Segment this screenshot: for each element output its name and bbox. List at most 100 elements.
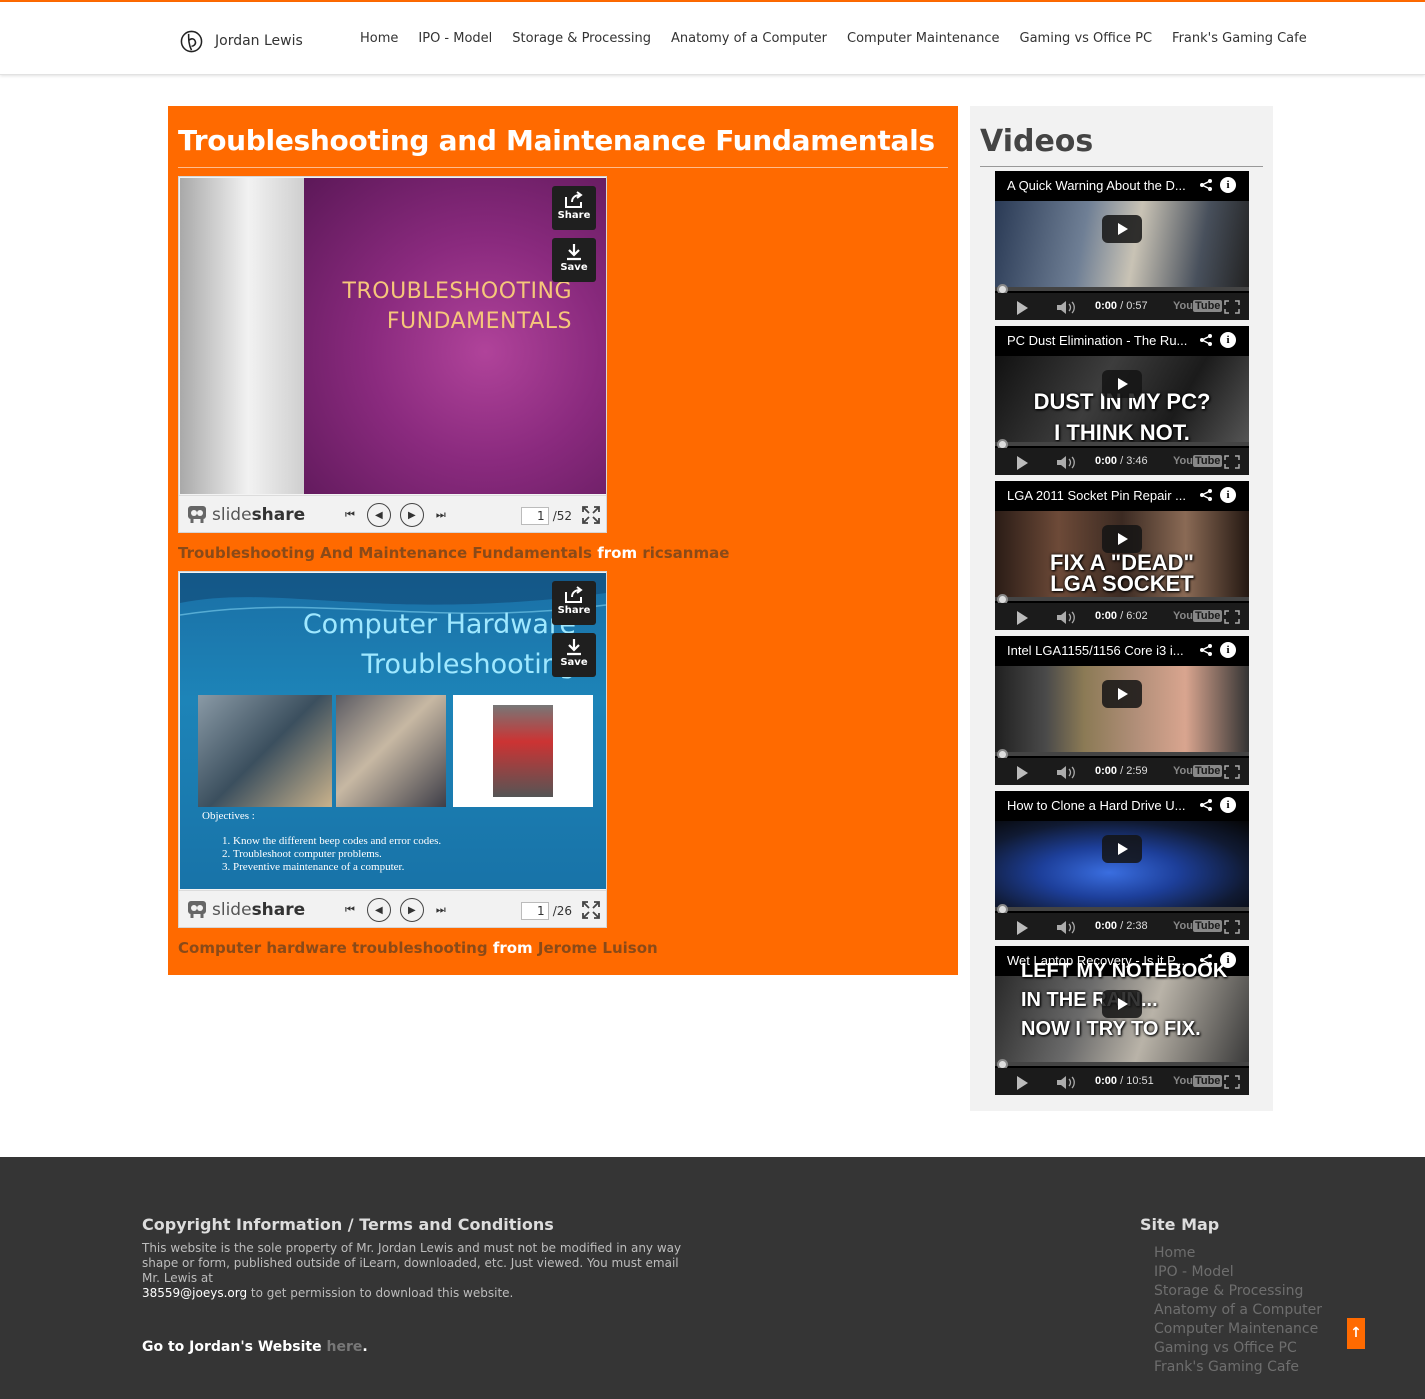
nav-home[interactable]: Home bbox=[360, 31, 398, 46]
video-title[interactable]: Intel LGA1155/1156 Core i3 i... bbox=[1007, 643, 1197, 658]
play-button[interactable] bbox=[1102, 835, 1142, 863]
video-embed-1[interactable]: A Quick Warning About the D... i 0:00 / … bbox=[995, 171, 1249, 320]
info-icon[interactable]: i bbox=[1220, 797, 1236, 813]
page-input[interactable]: 1 bbox=[520, 507, 549, 525]
slide-view[interactable]: TROUBLESHOOTING FUNDAMENTALS bbox=[180, 178, 606, 494]
youtube-logo[interactable]: You Tube bbox=[1173, 610, 1223, 622]
youtube-logo[interactable]: You Tube bbox=[1173, 455, 1223, 467]
volume-icon[interactable] bbox=[1057, 456, 1077, 469]
play-button[interactable] bbox=[1102, 680, 1142, 708]
deck-link-2[interactable]: Computer hardware troubleshooting bbox=[178, 939, 488, 957]
fullscreen-icon[interactable] bbox=[1224, 920, 1240, 934]
slideshare-logo[interactable]: slideshare bbox=[187, 505, 305, 525]
page-input[interactable]: 1 bbox=[520, 902, 549, 920]
brand[interactable]: Jordan Lewis bbox=[180, 29, 303, 53]
video-title[interactable]: Wet Laptop Recovery - Is it P... bbox=[1007, 953, 1197, 968]
deck-link-1[interactable]: Troubleshooting And Maintenance Fundamen… bbox=[178, 544, 592, 562]
play-button[interactable] bbox=[1102, 370, 1142, 398]
play-icon[interactable] bbox=[1017, 456, 1028, 470]
sitemap-item-anatomy[interactable]: Anatomy of a Computer bbox=[1154, 1301, 1322, 1320]
back-to-top-button[interactable]: ↑ bbox=[1347, 1318, 1365, 1349]
nav-gaming-vs-office[interactable]: Gaming vs Office PC bbox=[1020, 31, 1153, 46]
fullscreen-icon[interactable] bbox=[1224, 300, 1240, 314]
slideshare-logo[interactable]: slideshare bbox=[187, 900, 305, 920]
share-icon[interactable] bbox=[1199, 488, 1213, 502]
next-slide-icon[interactable]: ▶ bbox=[399, 503, 424, 527]
deck-author-link-1[interactable]: ricsanmae bbox=[642, 544, 729, 562]
fullscreen-icon[interactable] bbox=[1224, 1075, 1240, 1089]
play-icon[interactable] bbox=[1017, 766, 1028, 780]
share-icon[interactable] bbox=[1199, 798, 1213, 812]
info-icon[interactable]: i bbox=[1220, 487, 1236, 503]
sitemap-item-gaming-vs-office[interactable]: Gaming vs Office PC bbox=[1154, 1339, 1322, 1358]
sitemap-item-home[interactable]: Home bbox=[1154, 1244, 1322, 1263]
sitemap-item-storage-processing[interactable]: Storage & Processing bbox=[1154, 1282, 1322, 1301]
video-title[interactable]: PC Dust Elimination - The Ru... bbox=[1007, 333, 1197, 348]
share-icon[interactable] bbox=[1199, 643, 1213, 657]
sitemap-item-computer-maintenance[interactable]: Computer Maintenance bbox=[1154, 1320, 1322, 1339]
video-progress-bar[interactable] bbox=[995, 287, 1249, 291]
share-button[interactable]: Share bbox=[552, 581, 596, 625]
deck-author-link-2[interactable]: Jerome Luison bbox=[538, 939, 658, 957]
fullscreen-icon[interactable] bbox=[1224, 765, 1240, 779]
info-icon[interactable]: i bbox=[1220, 952, 1236, 968]
nav-storage-processing[interactable]: Storage & Processing bbox=[512, 31, 651, 46]
nav-ipo-model[interactable]: IPO - Model bbox=[418, 31, 492, 46]
previous-slide-icon[interactable]: ◀ bbox=[366, 898, 391, 922]
next-slide-icon[interactable]: ▶ bbox=[399, 898, 424, 922]
video-embed-4[interactable]: Intel LGA1155/1156 Core i3 i... i 0:00 /… bbox=[995, 636, 1249, 785]
volume-icon[interactable] bbox=[1057, 766, 1077, 779]
nav-computer-maintenance[interactable]: Computer Maintenance bbox=[847, 31, 999, 46]
jordans-website-link[interactable]: here bbox=[326, 1339, 362, 1355]
info-icon[interactable]: i bbox=[1220, 177, 1236, 193]
youtube-logo[interactable]: You Tube bbox=[1173, 765, 1223, 777]
volume-icon[interactable] bbox=[1057, 611, 1077, 624]
play-button[interactable] bbox=[1102, 215, 1142, 243]
first-slide-icon[interactable]: ⏮ bbox=[345, 903, 355, 917]
play-icon[interactable] bbox=[1017, 611, 1028, 625]
video-title[interactable]: LGA 2011 Socket Pin Repair ... bbox=[1007, 488, 1197, 503]
volume-icon[interactable] bbox=[1057, 301, 1077, 314]
last-slide-icon[interactable]: ⏭ bbox=[436, 903, 446, 917]
last-slide-icon[interactable]: ⏭ bbox=[436, 508, 446, 522]
previous-slide-icon[interactable]: ◀ bbox=[366, 503, 391, 527]
save-button[interactable]: Save bbox=[552, 633, 596, 677]
play-icon[interactable] bbox=[1017, 921, 1028, 935]
play-icon[interactable] bbox=[1017, 1076, 1028, 1090]
video-title[interactable]: A Quick Warning About the D... bbox=[1007, 178, 1197, 193]
fullscreen-icon[interactable] bbox=[1224, 455, 1240, 469]
share-button[interactable]: Share bbox=[552, 186, 596, 230]
youtube-logo[interactable]: You Tube bbox=[1173, 920, 1223, 932]
video-progress-bar[interactable] bbox=[995, 907, 1249, 911]
youtube-logo[interactable]: You Tube bbox=[1173, 300, 1223, 312]
video-progress-bar[interactable] bbox=[995, 597, 1249, 601]
video-title[interactable]: How to Clone a Hard Drive U... bbox=[1007, 798, 1197, 813]
info-icon[interactable]: i bbox=[1220, 642, 1236, 658]
play-button[interactable] bbox=[1102, 990, 1142, 1018]
video-progress-bar[interactable] bbox=[995, 442, 1249, 446]
nav-anatomy[interactable]: Anatomy of a Computer bbox=[671, 31, 827, 46]
video-embed-6[interactable]: LEFT MY NOTEBOOK IN THE RAIN... NOW I TR… bbox=[995, 946, 1249, 1095]
share-icon[interactable] bbox=[1199, 953, 1213, 967]
volume-icon[interactable] bbox=[1057, 921, 1077, 934]
share-icon[interactable] bbox=[1199, 333, 1213, 347]
contact-email-link[interactable]: 38559@joeys.org bbox=[142, 1286, 247, 1300]
sitemap-item-franks-gaming-cafe[interactable]: Frank's Gaming Cafe bbox=[1154, 1358, 1322, 1377]
play-button[interactable] bbox=[1102, 525, 1142, 553]
slide-view[interactable]: Computer Hardware Troubleshooting Object… bbox=[180, 573, 606, 889]
video-progress-bar[interactable] bbox=[995, 1062, 1249, 1066]
video-embed-2[interactable]: DUST IN MY PC? I THINK NOT. PC Dust Elim… bbox=[995, 326, 1249, 475]
fullscreen-icon[interactable] bbox=[582, 506, 600, 524]
video-embed-5[interactable]: How to Clone a Hard Drive U... i 0:00 / … bbox=[995, 791, 1249, 940]
save-button[interactable]: Save bbox=[552, 238, 596, 282]
video-progress-bar[interactable] bbox=[995, 752, 1249, 756]
play-icon[interactable] bbox=[1017, 301, 1028, 315]
nav-franks-gaming-cafe[interactable]: Frank's Gaming Cafe bbox=[1172, 31, 1307, 46]
video-embed-3[interactable]: FIX A "DEAD" LGA SOCKET LGA 2011 Socket … bbox=[995, 481, 1249, 630]
youtube-logo[interactable]: You Tube bbox=[1173, 1075, 1223, 1087]
sitemap-item-ipo-model[interactable]: IPO - Model bbox=[1154, 1263, 1322, 1282]
slideshare-embed-2[interactable]: Computer Hardware Troubleshooting Object… bbox=[178, 571, 607, 928]
volume-icon[interactable] bbox=[1057, 1076, 1077, 1089]
fullscreen-icon[interactable] bbox=[1224, 610, 1240, 624]
info-icon[interactable]: i bbox=[1220, 332, 1236, 348]
